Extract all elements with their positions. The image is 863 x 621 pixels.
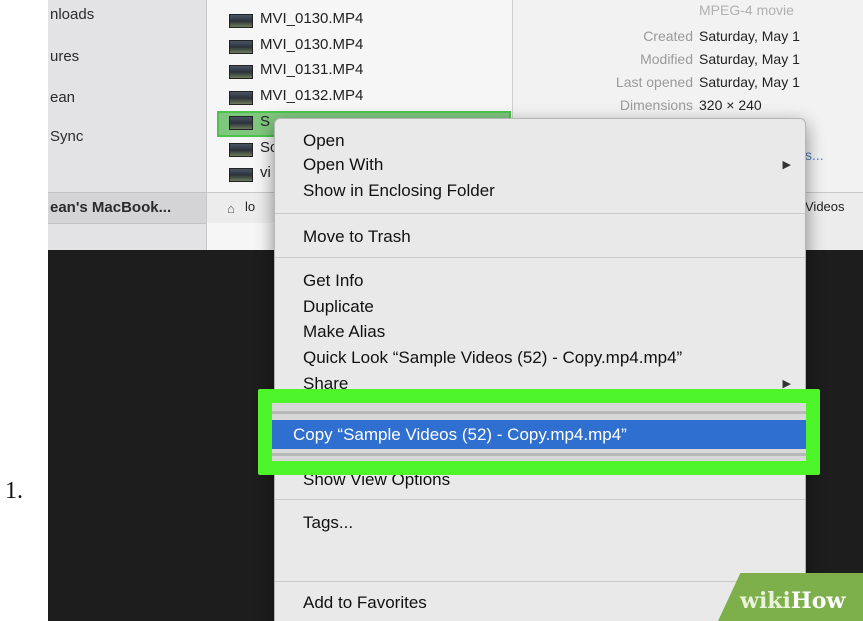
sidebar-item-user[interactable]: ean (50, 89, 75, 106)
sidebar: nloads ures ean Sync ean's MacBook... (48, 0, 207, 250)
menu-item-tags[interactable]: Tags... (275, 511, 805, 535)
video-thumbnail-icon (229, 91, 253, 105)
highlight-callout: Copy “Sample Videos (52) - Copy.mp4.mp4” (258, 389, 820, 475)
menu-separator (275, 499, 805, 500)
menu-item-quick-look[interactable]: Quick Look “Sample Videos (52) - Copy.mp… (275, 346, 805, 370)
menu-item-duplicate[interactable]: Duplicate (275, 295, 805, 319)
step-number: 1. (5, 478, 23, 504)
file-name: MVI_0131.MP4 (260, 61, 364, 78)
menu-item-label: Duplicate (303, 297, 374, 316)
file-name: MVI_0130.MP4 (260, 36, 364, 53)
highlight-inner: Copy “Sample Videos (52) - Copy.mp4.mp4” (272, 403, 806, 461)
menu-item-get-info[interactable]: Get Info (275, 269, 805, 293)
video-thumbnail-icon (229, 143, 253, 157)
separator-line (272, 411, 806, 414)
menu-item-open[interactable]: Open (275, 129, 805, 153)
menu-item-label: Get Info (303, 271, 364, 290)
info-label: Last opened (615, 74, 693, 90)
menu-separator (275, 257, 805, 258)
sidebar-item-sync[interactable]: Sync (50, 128, 83, 145)
menu-item-copy[interactable]: Copy “Sample Videos (52) - Copy.mp4.mp4” (272, 420, 806, 449)
video-thumbnail-icon (229, 14, 253, 28)
info-value: Saturday, May 1 (699, 51, 800, 67)
file-row[interactable]: MVI_0132.MP4 (207, 85, 512, 109)
menu-item-label: Open (303, 131, 345, 150)
file-row[interactable]: MVI_0131.MP4 (207, 59, 512, 83)
context-menu: Open Open With ▶ Show in Enclosing Folde… (274, 118, 806, 621)
info-label: Dimensions (619, 97, 693, 113)
info-row: Last opened Saturday, May 1 (513, 74, 863, 96)
info-label: Modified (640, 51, 693, 67)
wikihow-logo: wikiHow (740, 588, 845, 614)
menu-item-open-with[interactable]: Open With ▶ (275, 153, 805, 177)
menu-item-label: Make Alias (303, 322, 386, 341)
menu-item-label: Tags... (303, 513, 354, 532)
video-thumbnail-icon (229, 116, 253, 130)
file-name: MVI_0132.MP4 (260, 87, 364, 104)
menu-item-move-to-trash[interactable]: Move to Trash (275, 225, 805, 249)
home-icon[interactable]: ⌂ (227, 201, 235, 216)
info-value: Saturday, May 1 (699, 28, 800, 44)
info-kind: MPEG-4 movie (513, 2, 863, 24)
separator-line (272, 453, 806, 456)
sidebar-item-downloads[interactable]: nloads (50, 6, 94, 23)
sidebar-device[interactable]: ean's MacBook... (48, 192, 206, 224)
menu-item-show-in-enclosing-folder[interactable]: Show in Enclosing Folder (275, 179, 805, 203)
info-row: Modified Saturday, May 1 (513, 51, 863, 73)
menu-item-label: Show in Enclosing Folder (303, 181, 495, 200)
info-row: Created Saturday, May 1 (513, 28, 863, 50)
menu-item-label: Add to Favorites (303, 593, 427, 612)
menu-item-label: Quick Look “Sample Videos (52) - Copy.mp… (303, 348, 683, 367)
path-segment-start[interactable]: lo (245, 199, 255, 214)
device-label: ean's MacBook... (50, 199, 172, 216)
video-thumbnail-icon (229, 65, 253, 79)
screenshot: nloads ures ean Sync ean's MacBook... MV… (48, 0, 863, 621)
menu-separator (275, 213, 805, 214)
logo-how: How (790, 588, 846, 614)
menu-item-label: Move to Trash (303, 227, 411, 246)
more-tags-link[interactable]: s... (805, 147, 824, 163)
info-value: Saturday, May 1 (699, 74, 800, 90)
file-name-partial: vi (260, 164, 271, 181)
file-row[interactable]: MVI_0130.MP4 (207, 34, 512, 58)
menu-separator (275, 581, 805, 582)
submenu-arrow-icon: ▶ (782, 159, 791, 171)
file-name-partial: S (260, 113, 271, 130)
path-segment-end[interactable]: Videos (805, 199, 845, 214)
info-value: 320 × 240 (699, 97, 762, 113)
info-row: Dimensions 320 × 240 (513, 97, 863, 119)
sidebar-item-pictures[interactable]: ures (50, 48, 79, 65)
info-kind-value: MPEG-4 movie (699, 2, 794, 18)
logo-wiki: wiki (740, 588, 791, 614)
video-thumbnail-icon (229, 40, 253, 54)
info-label: Created (643, 28, 693, 44)
menu-item-label: Copy “Sample Videos (52) - Copy.mp4.mp4” (293, 425, 627, 444)
menu-item-label: Open With (303, 155, 384, 174)
file-name: MVI_0130.MP4 (260, 10, 364, 27)
video-thumbnail-icon (229, 168, 253, 182)
file-row[interactable]: MVI_0130.MP4 (207, 8, 512, 32)
menu-item-make-alias[interactable]: Make Alias (275, 320, 805, 344)
